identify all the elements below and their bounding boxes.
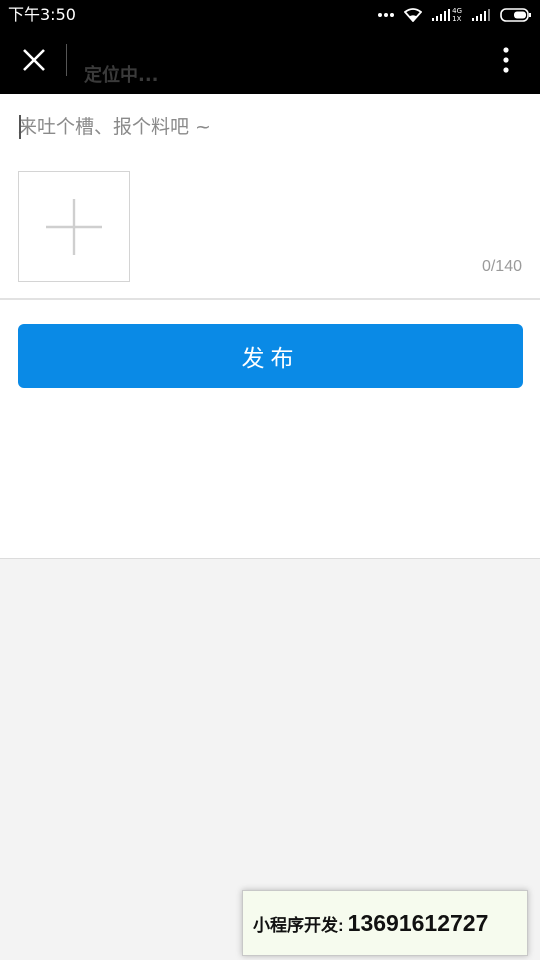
char-count: 0/140 <box>481 258 522 275</box>
promo-banner[interactable]: 小程序开发: 13691612727 <box>242 890 528 956</box>
main-content: 0/140 发布 <box>0 94 540 559</box>
promo-phone: 13691612727 <box>347 909 489 936</box>
add-photo-button[interactable] <box>18 171 130 282</box>
page-title: 定位中... <box>84 65 159 86</box>
promo-label: 小程序开发: <box>253 915 344 935</box>
title-bar: 定位中... <box>0 30 540 94</box>
signal-4g-icon: 4G 1X <box>432 7 462 23</box>
battery-icon <box>500 8 532 22</box>
network-type-label-secondary: 1X <box>452 15 462 23</box>
more-dots-icon <box>378 12 395 18</box>
signal-icon <box>472 9 490 21</box>
publish-button[interactable]: 发布 <box>18 324 523 388</box>
post-text-input[interactable] <box>18 112 518 142</box>
status-bar: 下午3:50 4G 1X <box>0 0 540 30</box>
compose-area: 0/140 <box>0 94 540 300</box>
vertical-dots-icon <box>503 47 509 77</box>
text-cursor <box>19 115 21 139</box>
status-time: 下午3:50 <box>8 5 76 24</box>
title-divider <box>66 44 67 76</box>
close-icon <box>22 48 46 76</box>
wifi-icon <box>404 8 423 22</box>
close-button[interactable] <box>14 42 54 82</box>
network-type-label: 4G <box>452 7 462 15</box>
status-icons: 4G 1X <box>378 5 532 25</box>
more-button[interactable] <box>486 42 526 82</box>
